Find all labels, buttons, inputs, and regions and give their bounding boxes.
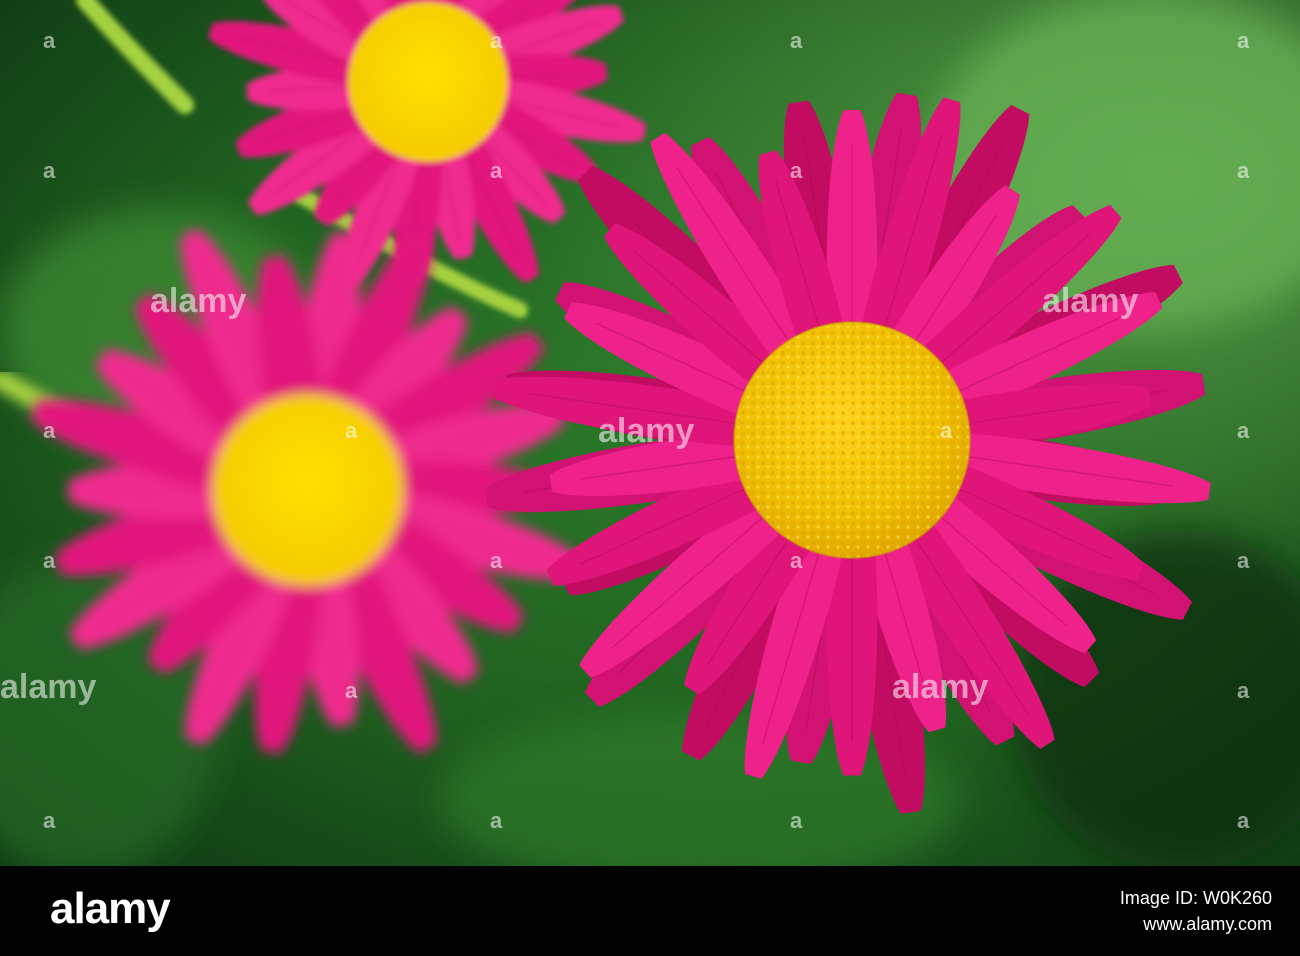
watermark-mark: a — [1237, 418, 1250, 443]
watermark-mark: a — [1237, 158, 1250, 183]
watermark-mark: a — [490, 808, 503, 833]
watermark-mark: a — [790, 158, 803, 183]
watermark-mark: a — [43, 28, 56, 53]
watermark-mark: a — [345, 418, 358, 443]
watermark-mark: a — [1237, 678, 1250, 703]
watermark-mark: a — [1237, 808, 1250, 833]
watermark-mark: a — [790, 28, 803, 53]
image-id: Image ID: W0K260 — [1119, 888, 1272, 908]
watermark-mark: a — [1237, 28, 1250, 53]
flower-photo: alamy alamy alamy alamy alamy a a a a a … — [0, 0, 1300, 866]
footer-bar: alamy Image ID: W0K260 www.alamy.com — [0, 866, 1300, 956]
watermark-mark: a — [940, 418, 953, 443]
watermark-text: alamy — [0, 668, 96, 706]
watermark-mark: a — [43, 418, 56, 443]
watermark-mark: a — [490, 28, 503, 53]
watermark-text: alamy — [598, 412, 694, 450]
watermark-mark: a — [43, 158, 56, 183]
watermark-mark: a — [43, 548, 56, 573]
watermark-mark: a — [490, 548, 503, 573]
site-url: www.alamy.com — [1143, 914, 1272, 934]
watermark-mark: a — [490, 158, 503, 183]
watermark-text: alamy — [1042, 282, 1138, 320]
watermark-mark: a — [1237, 548, 1250, 573]
alamy-logo: alamy — [50, 884, 171, 933]
watermark-mark: a — [790, 808, 803, 833]
watermark-text: alamy — [892, 668, 988, 706]
watermark-mark: a — [345, 678, 358, 703]
watermark-mark: a — [43, 808, 56, 833]
watermark-mark: a — [790, 548, 803, 573]
watermark-text: alamy — [150, 282, 246, 320]
